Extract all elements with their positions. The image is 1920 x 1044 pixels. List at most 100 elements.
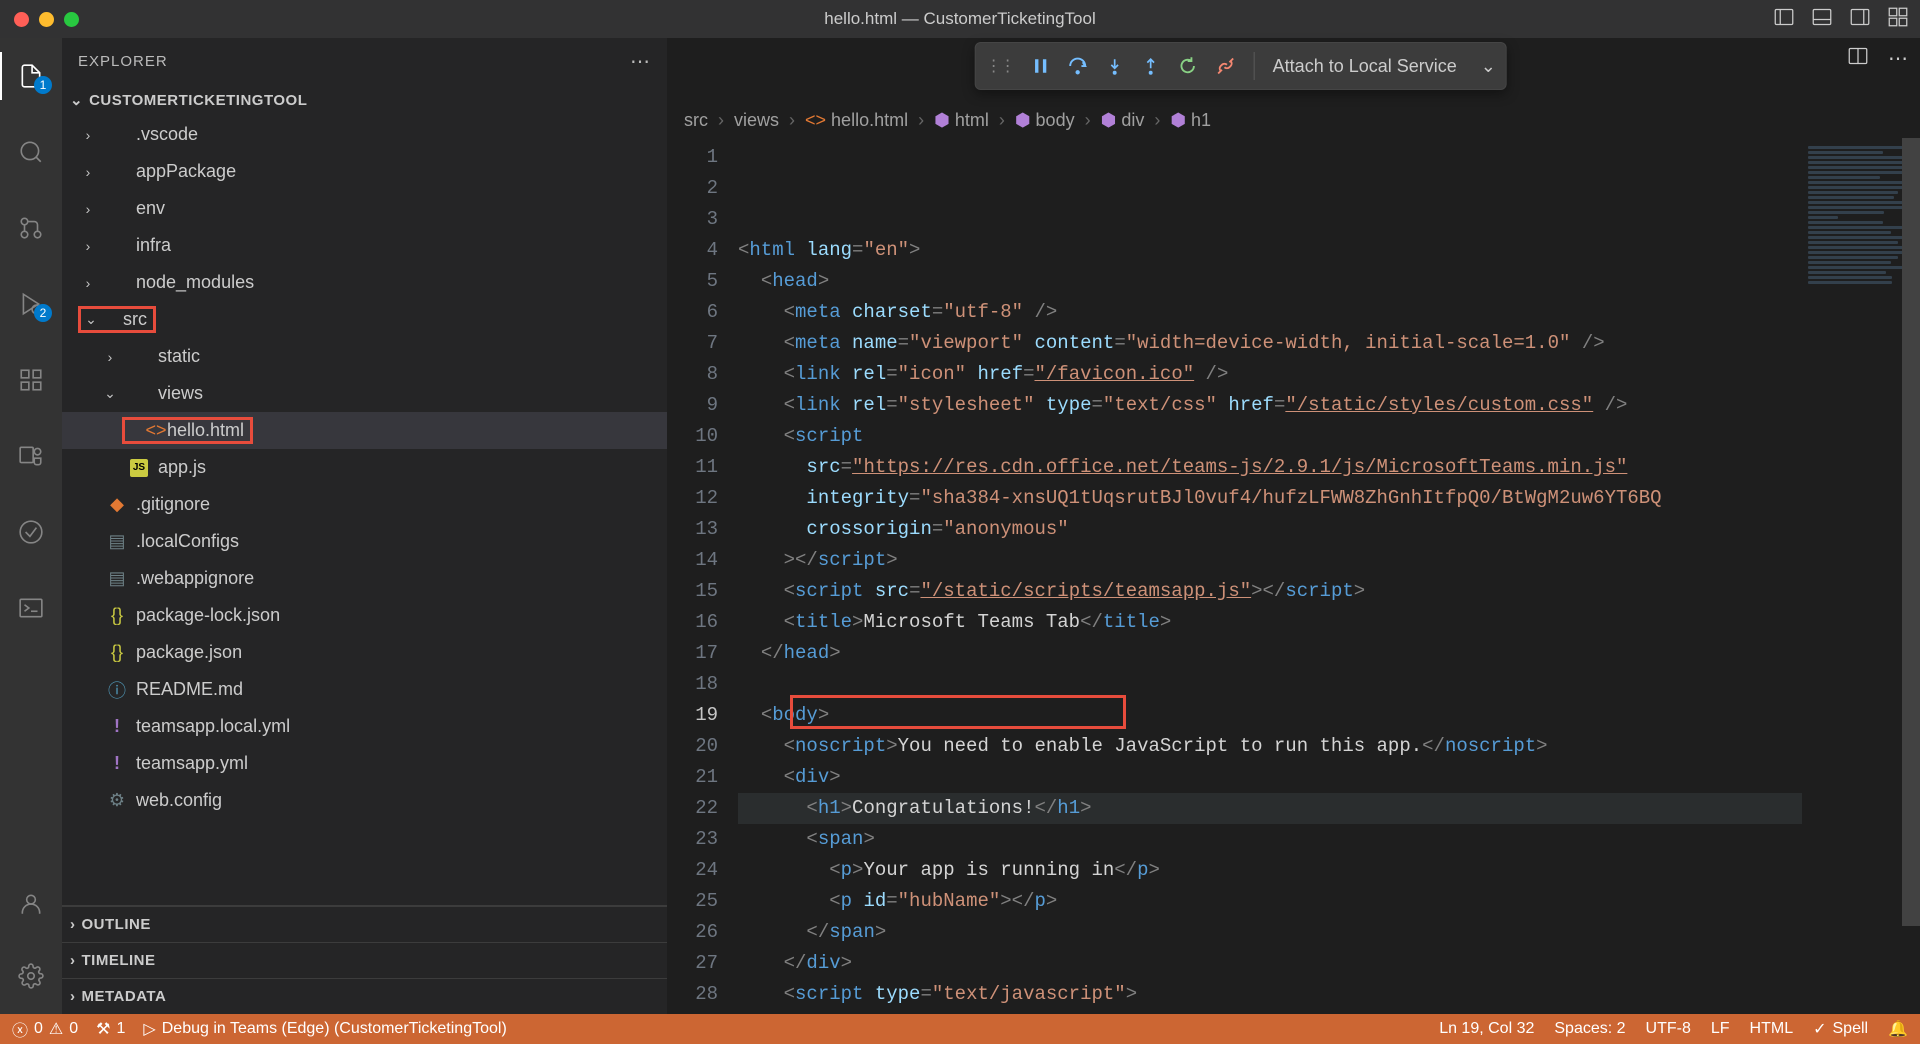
step-over-button[interactable] [1068, 56, 1088, 76]
ports-status[interactable]: ⚒1 [96, 1019, 125, 1039]
breadcrumb-item[interactable]: views [734, 110, 779, 131]
project-header[interactable]: ⌄ CUSTOMERTICKETINGTOOL [62, 84, 667, 116]
code-line[interactable]: <div> [738, 762, 1802, 793]
sidebar-more-icon[interactable]: ⋯ [630, 49, 651, 74]
tree-item-node-modules[interactable]: ›node_modules [62, 264, 667, 301]
debug-config-select[interactable]: Attach to Local Service ⌄ [1273, 56, 1496, 77]
layout-panel-icon[interactable] [1812, 7, 1832, 32]
code-line[interactable]: </span> [738, 917, 1802, 948]
breadcrumb-item[interactable]: ⬢ body [1015, 110, 1075, 131]
step-out-button[interactable] [1142, 57, 1160, 75]
tree-item-src[interactable]: ⌄src [62, 301, 667, 338]
tree-item-teamsapp-yml[interactable]: !teamsapp.yml [62, 745, 667, 782]
tree-item--vscode[interactable]: ›.vscode [62, 116, 667, 153]
code-line[interactable]: <meta charset="utf-8" /> [738, 297, 1802, 328]
cursor-position[interactable]: Ln 19, Col 32 [1439, 1020, 1534, 1038]
grip-icon[interactable]: ⋮⋮ [986, 56, 1014, 76]
accounts-activity[interactable] [0, 880, 62, 928]
search-activity[interactable] [0, 128, 62, 176]
code-line[interactable]: <body> [738, 700, 1802, 731]
code-line[interactable]: crossorigin="anonymous" [738, 514, 1802, 545]
section-outline[interactable]: ›OUTLINE [62, 906, 667, 942]
tree-item-web-config[interactable]: ⚙web.config [62, 782, 667, 819]
check-activity[interactable] [0, 508, 62, 556]
tree-item-hello-html[interactable]: <>hello.html [62, 412, 667, 449]
minimize-window-button[interactable] [39, 12, 54, 27]
close-window-button[interactable] [14, 12, 29, 27]
code-line[interactable]: <link rel="icon" href="/favicon.ico" /> [738, 359, 1802, 390]
code-line[interactable]: <link rel="stylesheet" type="text/css" h… [738, 390, 1802, 421]
code-line[interactable]: </head> [738, 638, 1802, 669]
editor-more-icon[interactable]: ⋯ [1888, 46, 1908, 71]
code-line[interactable]: src="https://res.cdn.office.net/teams-js… [738, 452, 1802, 483]
pause-button[interactable] [1032, 57, 1050, 75]
disconnect-button[interactable] [1216, 56, 1236, 76]
terminal-activity[interactable] [0, 584, 62, 632]
code-content[interactable]: <html lang="en"> <head> <meta charset="u… [738, 138, 1802, 1014]
code-editor[interactable]: 1234567891011121314151617181920212223242… [668, 138, 1920, 1014]
tree-item-package-json[interactable]: {}package.json [62, 634, 667, 671]
code-line[interactable]: ></script> [738, 545, 1802, 576]
split-editor-icon[interactable] [1848, 46, 1868, 71]
tree-item-infra[interactable]: ›infra [62, 227, 667, 264]
tree-item-apppackage[interactable]: ›appPackage [62, 153, 667, 190]
step-into-button[interactable] [1106, 57, 1124, 75]
encoding-status[interactable]: UTF-8 [1646, 1020, 1691, 1038]
debug-status[interactable]: ▷Debug in Teams (Edge) (CustomerTicketin… [143, 1019, 506, 1039]
code-line[interactable]: <head> [738, 266, 1802, 297]
tree-item--webappignore[interactable]: ▤.webappignore [62, 560, 667, 597]
layout-primary-sidebar-icon[interactable] [1774, 7, 1794, 32]
tree-item-app-js[interactable]: JSapp.js [62, 449, 667, 486]
code-line[interactable]: <noscript>You need to enable JavaScript … [738, 731, 1802, 762]
scroll-thumb[interactable] [1902, 138, 1920, 926]
layout-secondary-sidebar-icon[interactable] [1850, 7, 1870, 32]
breadcrumb[interactable]: src›views›<> hello.html›⬢ html›⬢ body›⬢ … [668, 102, 1920, 138]
extensions-activity[interactable] [0, 356, 62, 404]
code-line[interactable]: <h1>Congratulations!</h1> [738, 793, 1802, 824]
tree-item--gitignore[interactable]: ◆.gitignore [62, 486, 667, 523]
tree-item-readme-md[interactable]: ⓘREADME.md [62, 671, 667, 708]
code-line[interactable]: <meta name="viewport" content="width=dev… [738, 328, 1802, 359]
code-line[interactable]: <html lang="en"> [738, 235, 1802, 266]
tree-item-teamsapp-local-yml[interactable]: !teamsapp.local.yml [62, 708, 667, 745]
scm-activity[interactable] [0, 204, 62, 252]
code-line[interactable]: </div> [738, 948, 1802, 979]
section-timeline[interactable]: ›TIMELINE [62, 942, 667, 978]
code-line[interactable]: <span> [738, 824, 1802, 855]
code-line[interactable]: <script type="text/javascript"> [738, 979, 1802, 1010]
settings-activity[interactable] [0, 952, 62, 1000]
tree-item--localconfigs[interactable]: ▤.localConfigs [62, 523, 667, 560]
explorer-activity[interactable]: 1 [0, 52, 62, 100]
tree-item-views[interactable]: ⌄views [62, 375, 667, 412]
code-line[interactable]: <script [738, 421, 1802, 452]
problems-status[interactable]: ⓧ0 ⚠0 [12, 1017, 78, 1041]
tree-item-static[interactable]: ›static [62, 338, 667, 375]
breadcrumb-item[interactable]: ⬢ html [934, 110, 989, 131]
breadcrumb-item[interactable]: src [684, 110, 708, 131]
code-line[interactable]: integrity="sha384-xnsUQ1tUqsrutBJl0vuf4/… [738, 483, 1802, 514]
tree-item-env[interactable]: ›env [62, 190, 667, 227]
code-line[interactable] [738, 669, 1802, 700]
section-metadata[interactable]: ›METADATA [62, 978, 667, 1014]
code-line[interactable]: <p id="hubName"></p> [738, 886, 1802, 917]
notifications-icon[interactable]: 🔔 [1888, 1019, 1908, 1039]
debug-toolbar[interactable]: ⋮⋮ Attach to Local Service ⌄ [975, 42, 1507, 90]
vertical-scrollbar[interactable] [1902, 138, 1920, 1014]
customize-layout-icon[interactable] [1888, 7, 1908, 32]
code-line[interactable]: // Hide the loading indicator [738, 1010, 1802, 1014]
minimap[interactable] [1802, 138, 1902, 1014]
breadcrumb-item[interactable]: ⬢ h1 [1170, 110, 1211, 131]
restart-button[interactable] [1178, 56, 1198, 76]
maximize-window-button[interactable] [64, 12, 79, 27]
indentation-status[interactable]: Spaces: 2 [1554, 1020, 1625, 1038]
teams-activity[interactable] [0, 432, 62, 480]
spell-status[interactable]: ✓Spell [1813, 1019, 1868, 1039]
tree-item-package-lock-json[interactable]: {}package-lock.json [62, 597, 667, 634]
breadcrumb-item[interactable]: <> hello.html [805, 110, 908, 131]
breadcrumb-item[interactable]: ⬢ div [1101, 110, 1145, 131]
debug-activity[interactable]: 2 [0, 280, 62, 328]
language-status[interactable]: HTML [1750, 1020, 1794, 1038]
code-line[interactable]: <title>Microsoft Teams Tab</title> [738, 607, 1802, 638]
eol-status[interactable]: LF [1711, 1020, 1730, 1038]
code-line[interactable]: <p>Your app is running in</p> [738, 855, 1802, 886]
